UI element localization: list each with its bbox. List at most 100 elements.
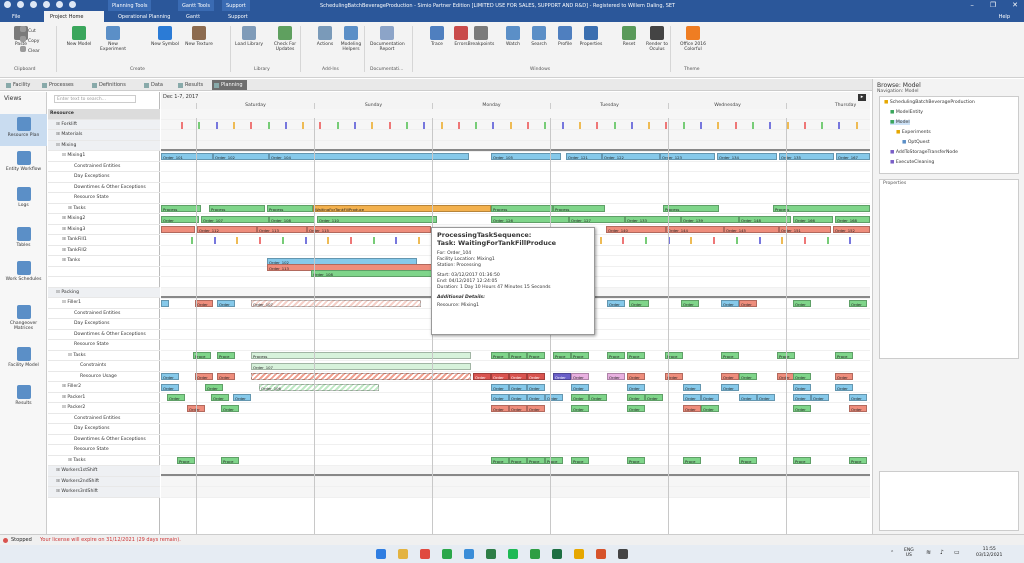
forklift-event-mark[interactable]: [527, 121, 529, 129]
gantt-task-bar[interactable]: Order_108: [269, 215, 315, 223]
forklift-event-mark[interactable]: [648, 121, 651, 129]
gantt-task-bar[interactable]: Order_139: [681, 215, 739, 223]
tankfill-event-mark[interactable]: [713, 237, 716, 244]
tree-row[interactable]: ⊞ Tasks: [48, 204, 160, 214]
tree-row[interactable]: ⊞ Mixing2: [48, 214, 160, 225]
gantt-task-bar[interactable]: Order: [683, 383, 701, 391]
gantt-task-bar[interactable]: Order_134: [717, 152, 777, 160]
gantt-task-bar[interactable]: Order: [835, 383, 853, 391]
forklift-event-mark[interactable]: [734, 121, 737, 129]
gantt-task-bar[interactable]: Proce: [627, 352, 645, 359]
forklift-event-mark[interactable]: [302, 121, 305, 129]
redo-icon[interactable]: [43, 1, 50, 8]
stop-icon[interactable]: [69, 1, 76, 8]
gantt-task-bar[interactable]: Order: [701, 404, 719, 412]
tankfill-event-mark[interactable]: [758, 237, 761, 244]
tankfill-event-mark[interactable]: [735, 237, 738, 244]
forklift-event-mark[interactable]: [267, 121, 270, 129]
tree-row[interactable]: Constrained Entities: [48, 309, 160, 319]
forklift-event-mark[interactable]: [215, 121, 218, 129]
tab-operational-planning[interactable]: Operational Planning: [112, 11, 176, 22]
nav-item[interactable]: ■ Model: [890, 120, 910, 125]
tree-row[interactable]: ⊞ Filler2: [48, 382, 160, 393]
tree-row[interactable]: Constraints: [48, 361, 160, 372]
forklift-event-mark[interactable]: [492, 121, 495, 129]
forklift-event-mark[interactable]: [371, 121, 374, 129]
gantt-task-bar[interactable]: Order: [681, 299, 699, 307]
gantt-task-bar[interactable]: Order_107: [251, 362, 471, 370]
forklift-event-mark[interactable]: [682, 121, 685, 129]
gantt-task-bar[interactable]: Order_106: [259, 383, 379, 391]
tab-definitions[interactable]: Definitions: [90, 80, 130, 90]
tankfill-event-mark[interactable]: [281, 237, 284, 244]
gantt-task-bar[interactable]: Order: [627, 383, 645, 391]
nav-item[interactable]: ■ Experiments: [896, 130, 931, 135]
gantt-task-bar[interactable]: Process: [663, 205, 719, 212]
tankfill-event-mark[interactable]: [849, 237, 852, 244]
gantt-task-bar[interactable]: Order: [739, 299, 757, 307]
gantt-task-bar[interactable]: Order_107: [201, 215, 269, 223]
gantt-task-bar[interactable]: Proce: [527, 457, 545, 464]
gantt-task-bar[interactable]: Order: [491, 404, 509, 412]
tree-row[interactable]: ⊟ Tasks: [48, 351, 160, 361]
nav-item[interactable]: ■ ModelEntity: [890, 110, 923, 115]
nav-item[interactable]: ■ AddToStorageTransferNode: [890, 150, 958, 155]
tab-file[interactable]: File: [6, 11, 26, 22]
app-icon[interactable]: [442, 549, 452, 559]
gantt-task-bar[interactable]: Order: [627, 394, 645, 401]
gantt-task-bar[interactable]: Order: [835, 373, 853, 380]
tree-row[interactable]: Resource State: [48, 340, 160, 351]
view-results[interactable]: Results: [0, 382, 47, 414]
gantt-task-bar[interactable]: Proce: [721, 352, 739, 359]
tankfill-event-mark[interactable]: [395, 237, 398, 244]
gantt-task-bar[interactable]: Order: [491, 383, 509, 391]
gantt-task-bar[interactable]: Order: [527, 383, 545, 391]
gantt-task-bar[interactable]: Order: [491, 394, 509, 401]
tree-row[interactable]: ⊞ Packer1: [48, 393, 160, 403]
gantt-task-bar[interactable]: Proce: [683, 457, 701, 464]
gantt-task-bar[interactable]: Order_152: [833, 226, 870, 233]
forklift-event-mark[interactable]: [423, 121, 426, 129]
nav-item[interactable]: ■ OptQuest: [902, 140, 930, 145]
gantt-task-bar[interactable]: Proce: [177, 457, 195, 464]
cut-button[interactable]: Cut: [20, 26, 42, 34]
gantt-task-bar[interactable]: Order: [739, 373, 757, 380]
gantt-task-bar[interactable]: Order: [211, 394, 229, 401]
gantt-task-bar[interactable]: Order: [721, 373, 739, 380]
clear-button[interactable]: Clear: [20, 46, 42, 54]
tankfill-event-mark[interactable]: [781, 237, 784, 244]
gantt-task-bar[interactable]: Order: [627, 373, 645, 380]
forklift-event-mark[interactable]: [544, 121, 547, 129]
gantt-task-bar[interactable]: WaitingForTankFillProduce: [313, 205, 491, 212]
tree-row[interactable]: Downtimes & Other Exceptions: [48, 330, 160, 340]
context-tab-planning-tools[interactable]: Planning Tools: [108, 0, 152, 11]
gantt-task-bar[interactable]: Order: [629, 299, 649, 307]
gantt-task-bar[interactable]: Process: [251, 352, 471, 359]
close-icon[interactable]: ✕: [1012, 1, 1018, 9]
gantt-task-bar[interactable]: Order: [607, 373, 625, 380]
tree-row[interactable]: ⊞ Mixing3: [48, 225, 160, 235]
forklift-event-mark[interactable]: [613, 121, 616, 129]
gantt-task-bar[interactable]: Process: [553, 205, 605, 212]
spotify-icon[interactable]: [508, 549, 518, 559]
gantt-task-bar[interactable]: Proce: [553, 352, 571, 359]
tree-row[interactable]: ⊟ Packing: [48, 287, 160, 298]
gantt-task-bar[interactable]: Proce: [849, 457, 867, 464]
forklift-event-mark[interactable]: [405, 121, 408, 129]
office-2016-colorful-button[interactable]: Office 2016 Colorful: [676, 26, 710, 52]
folder-icon[interactable]: [574, 549, 584, 559]
gantt-task-bar[interactable]: Order: [527, 394, 545, 401]
play-icon[interactable]: [56, 1, 63, 8]
gantt-task-bar[interactable]: Order: [793, 373, 811, 380]
view-resource-plan[interactable]: Resource Plan: [0, 114, 47, 146]
maximize-icon[interactable]: ❐: [990, 1, 996, 9]
forklift-event-mark[interactable]: [751, 121, 754, 129]
gantt-task-bar[interactable]: Order_167: [836, 152, 870, 160]
forklift-event-mark[interactable]: [855, 121, 858, 129]
gantt-task-bar[interactable]: Order: [645, 394, 663, 401]
help-button[interactable]: Help: [993, 11, 1016, 22]
tree-row[interactable]: ⊞ TankFill2: [48, 246, 160, 256]
context-tab-gantt-tools[interactable]: Gantt Tools: [178, 0, 214, 11]
forklift-event-mark[interactable]: [509, 121, 512, 129]
tab-data[interactable]: Data: [142, 80, 167, 90]
